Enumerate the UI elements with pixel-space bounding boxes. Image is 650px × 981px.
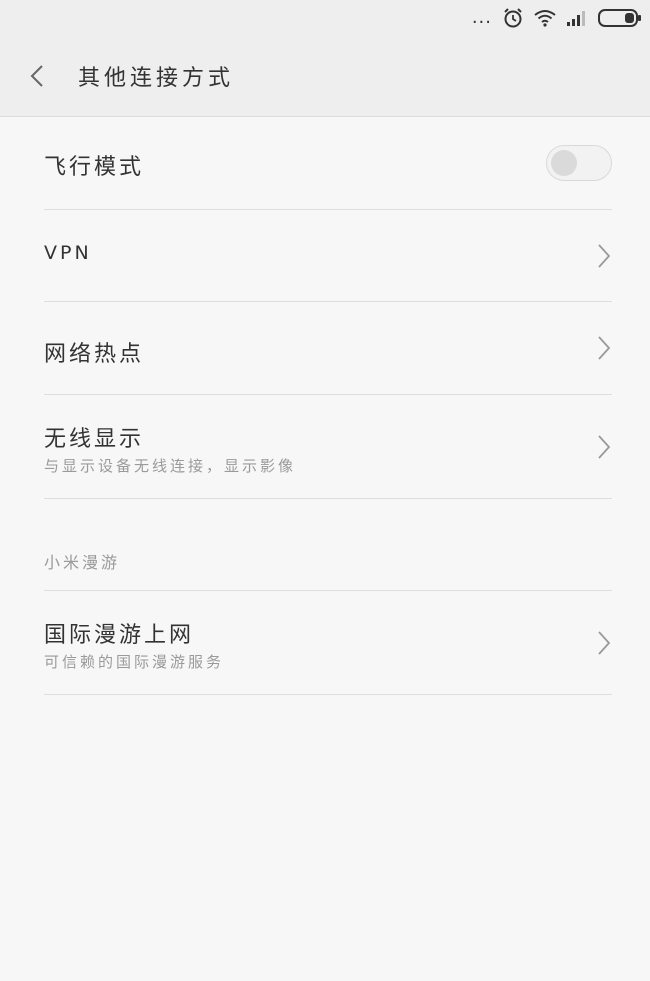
hotspot-row[interactable]: 网络热点 — [44, 302, 612, 395]
chevron-left-icon — [30, 65, 43, 87]
international-roaming-label: 国际漫游上网 — [44, 623, 195, 648]
battery-icon — [598, 9, 641, 27]
airplane-mode-toggle[interactable] — [546, 145, 612, 181]
section-label-xiaomi-roaming: 小米漫游 — [44, 553, 121, 572]
status-bar: ... — [0, 0, 650, 36]
page-title: 其他连接方式 — [78, 66, 235, 91]
wifi-icon — [534, 10, 556, 27]
airplane-mode-row[interactable]: 飞行模式 — [44, 117, 612, 210]
international-roaming-subtitle: 可信赖的国际漫游服务 — [44, 653, 225, 671]
international-roaming-row[interactable]: 国际漫游上网 可信赖的国际漫游服务 — [44, 591, 612, 695]
chevron-right-icon — [598, 336, 611, 360]
alarm-icon — [504, 8, 522, 28]
vpn-label: VPN — [44, 242, 92, 264]
status-icons: ... — [472, 6, 642, 30]
chevron-right-icon — [598, 631, 611, 655]
signal-icon — [567, 11, 585, 26]
header-bar: 其他连接方式 — [0, 36, 650, 117]
chevron-right-icon — [598, 244, 611, 268]
wireless-display-row[interactable]: 无线显示 与显示设备无线连接，显示影像 — [44, 395, 612, 499]
hotspot-label: 网络热点 — [44, 342, 145, 367]
wireless-display-subtitle: 与显示设备无线连接，显示影像 — [44, 457, 297, 475]
airplane-mode-label: 飞行模式 — [44, 155, 145, 180]
chevron-right-icon — [598, 435, 611, 459]
back-button[interactable] — [24, 62, 52, 90]
more-dots: ... — [471, 7, 492, 28]
toggle-knob — [551, 150, 577, 176]
vpn-row[interactable]: VPN — [44, 210, 612, 302]
wireless-display-label: 无线显示 — [44, 427, 145, 452]
